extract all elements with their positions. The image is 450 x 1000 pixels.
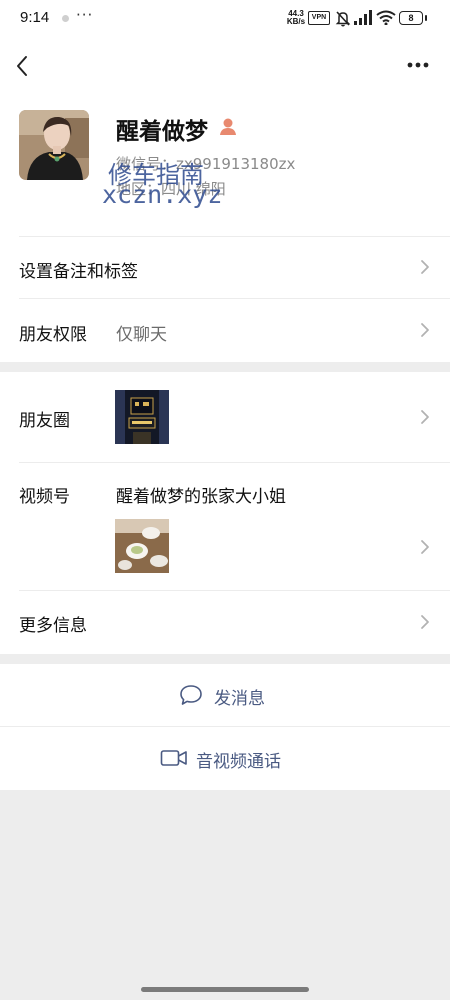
mute-bell-icon <box>335 11 351 27</box>
more-info-label: 更多信息 <box>19 616 87 636</box>
friend-permissions-row[interactable]: 朋友权限 仅聊天 <box>0 298 450 362</box>
back-arrow-icon <box>17 56 27 76</box>
more-dots-icon <box>407 62 429 68</box>
battery-tip <box>425 15 427 21</box>
row-divider <box>19 236 450 237</box>
moments-label: 朋友圈 <box>19 411 70 431</box>
gender-female-icon <box>220 118 236 135</box>
channels-label: 视频号 <box>19 487 70 507</box>
channels-thumbnail <box>115 519 169 573</box>
net-speed: 44.3 KB/s <box>283 10 309 26</box>
moments-row[interactable]: 朋友圈 <box>0 372 450 462</box>
chevron-right-icon <box>421 540 429 554</box>
av-call-label: 音视频通话 <box>196 752 281 772</box>
video-camera-icon <box>160 750 187 766</box>
channels-row[interactable]: 视频号 醒着做梦的张家大小姐 <box>0 462 450 590</box>
chevron-right-icon <box>421 260 429 274</box>
friend-permissions-label: 朋友权限 <box>19 325 87 345</box>
nav-bar <box>0 38 450 96</box>
status-time: 9:14 <box>20 9 50 26</box>
vpn-badge: VPN <box>308 11 330 25</box>
row-divider <box>19 590 450 591</box>
profile-name: 醒着做梦 <box>116 119 208 145</box>
friend-permissions-value: 仅聊天 <box>116 325 167 345</box>
send-message-button[interactable]: 发消息 <box>0 664 450 726</box>
moments-photo <box>115 390 169 444</box>
avatar-photo <box>19 110 89 180</box>
chevron-right-icon <box>421 410 429 424</box>
notification-dot <box>62 15 69 22</box>
remarks-tags-label: 设置备注和标签 <box>19 262 138 282</box>
chevron-right-icon <box>421 615 429 629</box>
watermark-en: xczn.xyz <box>102 180 223 209</box>
channels-photo <box>115 519 169 573</box>
remarks-tags-row[interactable]: 设置备注和标签 <box>0 236 450 298</box>
wifi-icon <box>376 10 396 25</box>
row-divider <box>19 462 450 463</box>
status-more-indicator: ··· <box>76 6 94 24</box>
back-button[interactable] <box>10 48 38 84</box>
battery-indicator: 8 <box>399 11 423 25</box>
row-divider <box>0 726 450 727</box>
row-divider <box>19 298 450 299</box>
channels-account-name: 醒着做梦的张家大小姐 <box>116 487 286 507</box>
status-bar: 9:14 ··· 44.3 KB/s VPN 8 <box>0 0 450 38</box>
profile-header: 醒着做梦 微信号：zx991913180zx 地区：四川 绵阳 修车指南 xcz… <box>0 96 450 236</box>
chat-bubble-icon <box>180 685 202 705</box>
send-message-label: 发消息 <box>214 689 265 709</box>
home-indicator[interactable] <box>141 987 309 992</box>
signal-icon <box>354 10 372 25</box>
av-call-button[interactable]: 音视频通话 <box>0 726 450 790</box>
avatar[interactable] <box>19 110 89 180</box>
moments-thumbnail <box>115 390 169 444</box>
more-info-row[interactable]: 更多信息 <box>0 590 450 654</box>
more-options-button[interactable] <box>400 50 436 80</box>
chevron-right-icon <box>421 323 429 337</box>
net-speed-unit: KB/s <box>286 17 306 26</box>
